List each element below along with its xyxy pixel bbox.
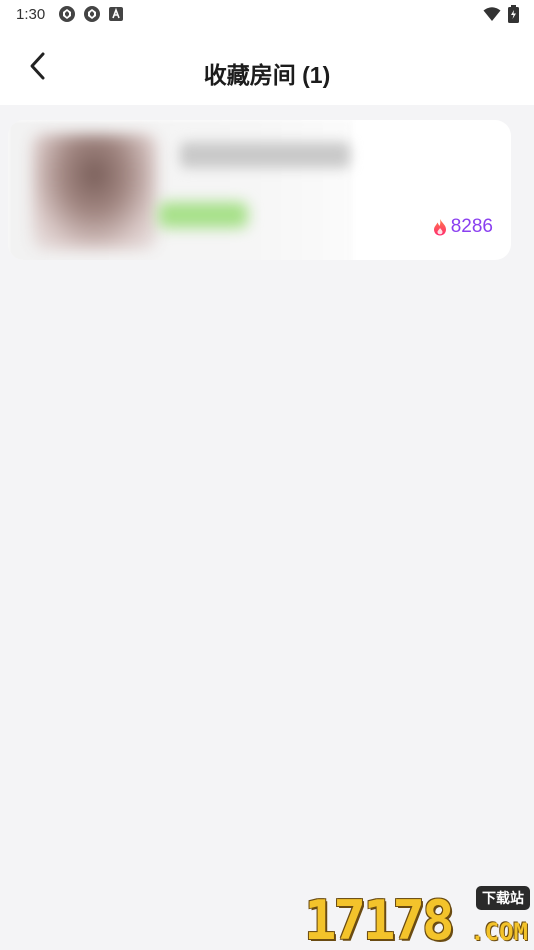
room-card[interactable]: 8286 — [8, 120, 511, 260]
aperture-icon — [83, 5, 101, 23]
page-title: 收藏房间 (1) — [203, 62, 331, 88]
watermark-com: .COM — [470, 918, 528, 946]
hot-count-value: 8286 — [450, 216, 493, 237]
font-a-icon — [109, 7, 123, 21]
room-cover-image — [32, 134, 157, 250]
site-watermark: 17178 下载站 .COM — [304, 884, 534, 950]
status-time: 1:30 — [16, 6, 46, 23]
room-name-blurred — [180, 142, 350, 168]
room-tag-blurred — [158, 202, 248, 228]
watermark-badge: 下载站 — [476, 886, 530, 910]
room-hot-count: 8286 — [433, 216, 493, 238]
flame-icon — [433, 218, 447, 236]
wifi-icon — [483, 6, 501, 22]
page-header: 收藏房间 (1) — [0, 30, 534, 105]
aperture-icon — [58, 5, 76, 23]
battery-icon — [508, 5, 519, 23]
favorite-rooms-screen: 1:30 收藏房间 (1) 8286 17178 下载站 .COM — [0, 0, 534, 950]
watermark-digits: 17178 — [304, 889, 455, 950]
status-bar: 1:30 — [0, 0, 534, 30]
